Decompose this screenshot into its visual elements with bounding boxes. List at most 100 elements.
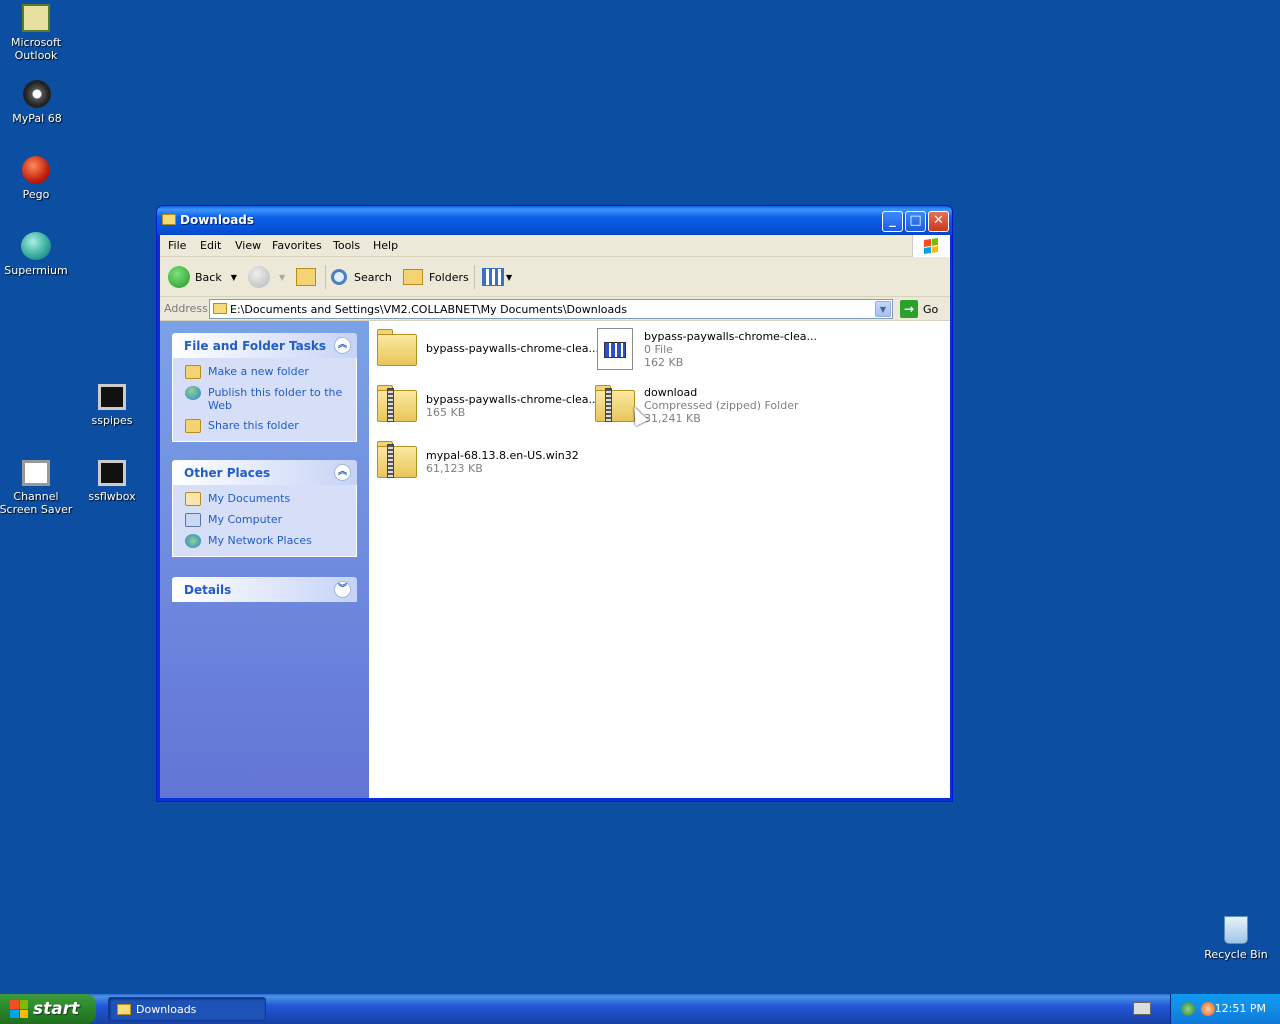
chevron-down-icon: ▼ bbox=[230, 272, 237, 282]
file-view: bypass-paywalls-chrome-clea... bypass-pa… bbox=[369, 321, 950, 798]
folder-icon bbox=[117, 1003, 131, 1015]
share-folder-icon bbox=[185, 419, 201, 433]
publish-folder-link[interactable]: Publish this folder to the Web bbox=[185, 386, 348, 412]
recycle-bin-icon bbox=[1224, 916, 1248, 944]
mypal-icon bbox=[23, 80, 51, 108]
file-item[interactable]: mypal-68.13.8.en-US.win32 61,123 KB bbox=[373, 438, 579, 482]
back-button[interactable]: Back ▼ bbox=[168, 265, 237, 289]
panel-header[interactable]: Details ︾ bbox=[172, 577, 357, 602]
file-name: bypass-paywalls-chrome-clea... bbox=[426, 342, 600, 355]
close-button[interactable]: ✕ bbox=[928, 211, 949, 232]
zip-folder-icon bbox=[373, 438, 421, 482]
panel-header[interactable]: Other Places ︽ bbox=[172, 460, 357, 485]
desktop-icon-label: sspipes bbox=[91, 414, 133, 427]
back-label: Back bbox=[195, 270, 222, 284]
details-panel: Details ︾ bbox=[172, 577, 357, 602]
address-value: E:\Documents and Settings\VM2.COLLABNET\… bbox=[230, 303, 627, 316]
toolbar-separator bbox=[474, 265, 475, 289]
panel-header[interactable]: File and Folder Tasks ︽ bbox=[172, 333, 357, 358]
my-computer-link[interactable]: My Computer bbox=[185, 513, 348, 527]
search-icon[interactable] bbox=[1201, 1002, 1215, 1016]
link-label: Make a new folder bbox=[208, 365, 309, 378]
back-arrow-icon bbox=[168, 266, 190, 288]
taskbar-button-label: Downloads bbox=[136, 1002, 197, 1016]
up-folder-button[interactable] bbox=[296, 265, 316, 289]
toolbar: Back ▼ ▼ Search Folders ▼ bbox=[160, 257, 950, 297]
search-button[interactable]: Search bbox=[331, 265, 392, 289]
file-size: 31,241 KB bbox=[644, 412, 701, 425]
views-icon bbox=[482, 268, 504, 286]
file-size: 162 KB bbox=[644, 356, 684, 369]
desktop-icon-label: Supermium bbox=[4, 264, 68, 277]
desktop-icon-mypal[interactable]: MyPal 68 bbox=[0, 80, 75, 125]
globe-icon bbox=[185, 386, 201, 400]
taskbar-button-downloads[interactable]: Downloads bbox=[108, 997, 266, 1021]
desktop-icon-channel-screen-saver[interactable]: Channel Screen Saver bbox=[0, 460, 74, 516]
menu-help[interactable]: Help bbox=[373, 239, 398, 252]
screensaver-monitor-icon bbox=[98, 384, 126, 410]
forward-button[interactable]: ▼ bbox=[248, 265, 285, 289]
folders-button[interactable]: Folders bbox=[403, 265, 469, 289]
network-places-icon bbox=[185, 534, 201, 548]
explorer-window: Downloads _ □ ✕ File Edit View Favorites… bbox=[156, 205, 953, 802]
my-network-places-link[interactable]: My Network Places bbox=[185, 534, 348, 548]
menu-edit[interactable]: Edit bbox=[200, 239, 221, 252]
desktop-icon-outlook[interactable]: Microsoft Outlook bbox=[0, 4, 74, 62]
desktop-icon-recycle-bin[interactable]: Recycle Bin bbox=[1198, 916, 1274, 961]
folder-icon bbox=[162, 214, 176, 225]
expand-icon[interactable]: ︾ bbox=[334, 581, 351, 598]
title-bar[interactable]: Downloads _ □ ✕ bbox=[157, 206, 952, 235]
menu-view[interactable]: View bbox=[235, 239, 261, 252]
windows-logo-icon bbox=[912, 235, 950, 257]
desktop-icon-pego[interactable]: Pego bbox=[0, 156, 74, 201]
my-documents-link[interactable]: My Documents bbox=[185, 492, 348, 506]
desktop-icon-ssflwbox[interactable]: ssflwbox bbox=[74, 460, 150, 503]
desktop-icon-label: MyPal 68 bbox=[12, 112, 62, 125]
file-item[interactable]: bypass-paywalls-chrome-clea... 165 KB bbox=[373, 382, 599, 426]
my-computer-icon bbox=[185, 513, 201, 527]
keyboard-icon[interactable] bbox=[1133, 1002, 1151, 1015]
zip-folder-icon bbox=[373, 382, 421, 426]
clock[interactable]: 12:51 PM bbox=[1215, 1002, 1266, 1015]
link-label: Share this folder bbox=[208, 419, 299, 432]
file-item[interactable]: bypass-paywalls-chrome-clea... bbox=[373, 326, 599, 370]
file-type: 0 File bbox=[644, 343, 673, 356]
file-item[interactable]: download Compressed (zipped) Folder 31,2… bbox=[591, 382, 798, 426]
desktop-icon-supermium[interactable]: Supermium bbox=[0, 232, 74, 277]
menu-file[interactable]: File bbox=[168, 239, 186, 252]
menu-tools[interactable]: Tools bbox=[333, 239, 360, 252]
collapse-icon[interactable]: ︽ bbox=[334, 337, 351, 354]
panel-body: Make a new folder Publish this folder to… bbox=[172, 358, 357, 442]
supermium-icon bbox=[21, 232, 51, 260]
folder-icon bbox=[213, 303, 227, 314]
link-label: My Network Places bbox=[208, 534, 312, 547]
file-size: 61,123 KB bbox=[426, 462, 483, 475]
screensaver-monitor-icon bbox=[98, 460, 126, 486]
window-title: Downloads bbox=[180, 213, 255, 227]
make-new-folder-link[interactable]: Make a new folder bbox=[185, 365, 348, 379]
folders-icon bbox=[403, 269, 423, 285]
desktop-icon-label: Pego bbox=[22, 188, 50, 201]
address-field[interactable]: E:\Documents and Settings\VM2.COLLABNET\… bbox=[209, 299, 893, 319]
collapse-icon[interactable]: ︽ bbox=[334, 464, 351, 481]
file-item[interactable]: bypass-paywalls-chrome-clea... 0 File 16… bbox=[591, 326, 817, 370]
go-button[interactable]: → Go bbox=[900, 300, 938, 318]
search-icon bbox=[331, 269, 347, 285]
views-button[interactable]: ▼ bbox=[482, 265, 512, 289]
menu-favorites[interactable]: Favorites bbox=[272, 239, 322, 252]
file-type: Compressed (zipped) Folder bbox=[644, 399, 799, 412]
folder-icon bbox=[373, 326, 421, 370]
document-icon bbox=[591, 326, 639, 370]
forward-arrow-icon bbox=[248, 266, 270, 288]
address-dropdown-button[interactable]: ▼ bbox=[875, 301, 891, 317]
desktop-icon-sspipes[interactable]: sspipes bbox=[74, 384, 150, 427]
up-folder-icon bbox=[296, 268, 316, 286]
pego-icon bbox=[22, 156, 50, 184]
folders-label: Folders bbox=[429, 270, 469, 284]
address-bar: Address E:\Documents and Settings\VM2.CO… bbox=[160, 297, 950, 321]
maximize-button[interactable]: □ bbox=[905, 211, 926, 232]
start-button[interactable]: start bbox=[0, 994, 96, 1024]
share-folder-link[interactable]: Share this folder bbox=[185, 419, 348, 433]
network-icon[interactable] bbox=[1181, 1002, 1195, 1016]
minimize-button[interactable]: _ bbox=[882, 211, 903, 232]
